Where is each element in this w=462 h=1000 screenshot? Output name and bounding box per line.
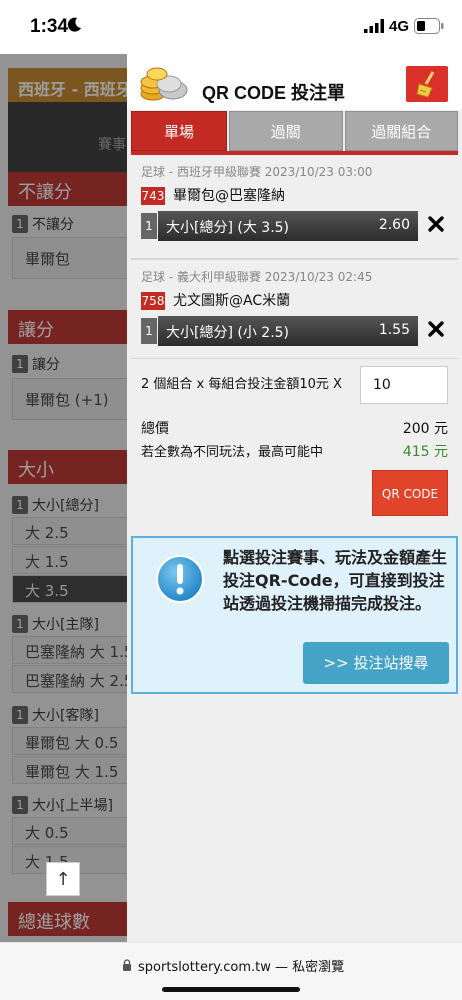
broom-icon	[416, 71, 435, 98]
max-win-value: 415 元	[402, 444, 448, 460]
network-label: 4G	[389, 18, 410, 35]
bet-number: 1	[141, 318, 157, 344]
info-box: 點選投注賽事、玩法及金額產生投注QR-Code，可直接到投注站透過投注機掃描完成…	[131, 536, 458, 694]
bet-teams: 尤文圖斯@AC米蘭	[173, 293, 291, 309]
bet-teams: 畢爾包@巴塞隆納	[173, 188, 285, 204]
bet-selection: 大小[總分] (小 2.5) 1.55	[158, 316, 418, 346]
signal-icon	[364, 19, 384, 33]
status-time: 1:34	[30, 16, 69, 37]
bet-item: 足球 - 西班牙甲級聯賽 2023/10/23 03:00 743 畢爾包@巴塞…	[131, 155, 458, 259]
tab-parlay[interactable]: 過關	[229, 111, 343, 151]
battery-icon	[414, 18, 444, 34]
generate-qr-code-button[interactable]: QR CODE	[372, 470, 448, 516]
combo-description: 2 個組合 x 每組合投注金額10元 X	[141, 377, 342, 392]
bet-match-code: 743	[141, 187, 165, 205]
bet-selection-text: 大小[總分] (小 2.5)	[166, 325, 290, 341]
panel-title: QR CODE 投注單	[202, 83, 346, 103]
close-icon[interactable]	[427, 215, 445, 233]
status-bar: 1:34 4G	[0, 0, 462, 54]
screen: 1:34 4G 西班牙 - 西班牙 賽事 不讓分 1 不讓分 畢爾包 讓分 1	[0, 0, 462, 1000]
total-price-label: 總價	[141, 421, 169, 437]
bet-selection: 大小[總分] (大 3.5) 2.60	[158, 211, 418, 241]
qr-bet-slip-panel: QR CODE 投注單 單場 過關 過關組合 足球 - 西班牙甲級聯賽 2023…	[127, 54, 462, 942]
moon-icon	[67, 17, 81, 32]
bet-league: 足球 - 義大利甲級聯賽 2023/10/23 02:45	[141, 270, 373, 284]
bet-odds: 1.55	[378, 322, 410, 338]
bet-type-tabs: 單場 過關 過關組合	[127, 111, 462, 155]
home-indicator[interactable]	[162, 987, 300, 992]
coins-icon	[140, 67, 188, 101]
bet-league: 足球 - 西班牙甲級聯賽 2023/10/23 03:00	[141, 165, 373, 179]
bet-item: 足球 - 義大利甲級聯賽 2023/10/23 02:45 758 尤文圖斯@A…	[131, 259, 458, 359]
scroll-to-top-button[interactable]: ↑	[46, 862, 80, 896]
clear-slip-button[interactable]	[406, 66, 448, 102]
info-text: 點選投注賽事、玩法及金額產生投注QR-Code，可直接到投注站透過投注機掃描完成…	[223, 548, 448, 613]
outlet-search-button[interactable]: >> 投注站搜尋	[303, 642, 449, 684]
bet-amount-input[interactable]	[360, 366, 448, 404]
tab-parlay-combo[interactable]: 過關組合	[344, 111, 458, 151]
url-text: sportslottery.com.tw — 私密瀏覽	[138, 960, 345, 975]
bet-match-code: 758	[141, 292, 165, 310]
bet-selection-text: 大小[總分] (大 3.5)	[166, 220, 290, 236]
bet-odds: 2.60	[378, 217, 410, 233]
close-icon[interactable]	[427, 320, 445, 338]
exclamation-icon	[156, 555, 204, 603]
tab-single[interactable]: 單場	[131, 111, 227, 151]
panel-header: QR CODE 投注單	[127, 54, 462, 110]
max-win-label: 若全數為不同玩法，最高可能中	[141, 445, 324, 460]
browser-url-bar[interactable]: sportslottery.com.tw — 私密瀏覽	[0, 942, 462, 1000]
total-price-value: 200 元	[402, 421, 448, 437]
lock-icon	[123, 959, 131, 971]
bet-number: 1	[141, 213, 157, 239]
